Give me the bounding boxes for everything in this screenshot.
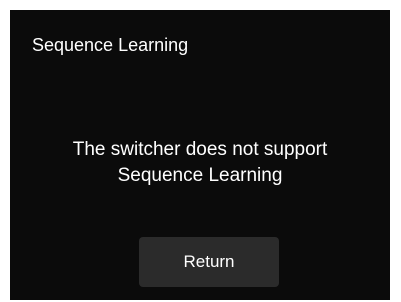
return-button[interactable]: Return — [139, 237, 279, 287]
message-line-2: Sequence Learning — [117, 165, 283, 186]
sequence-learning-dialog: Sequence Learning The switcher does not … — [10, 10, 390, 300]
message-line-1: The switcher does not support — [72, 139, 328, 160]
dialog-message: The switcher does not support Sequence L… — [10, 137, 390, 189]
dialog-title: Sequence Learning — [32, 35, 189, 55]
